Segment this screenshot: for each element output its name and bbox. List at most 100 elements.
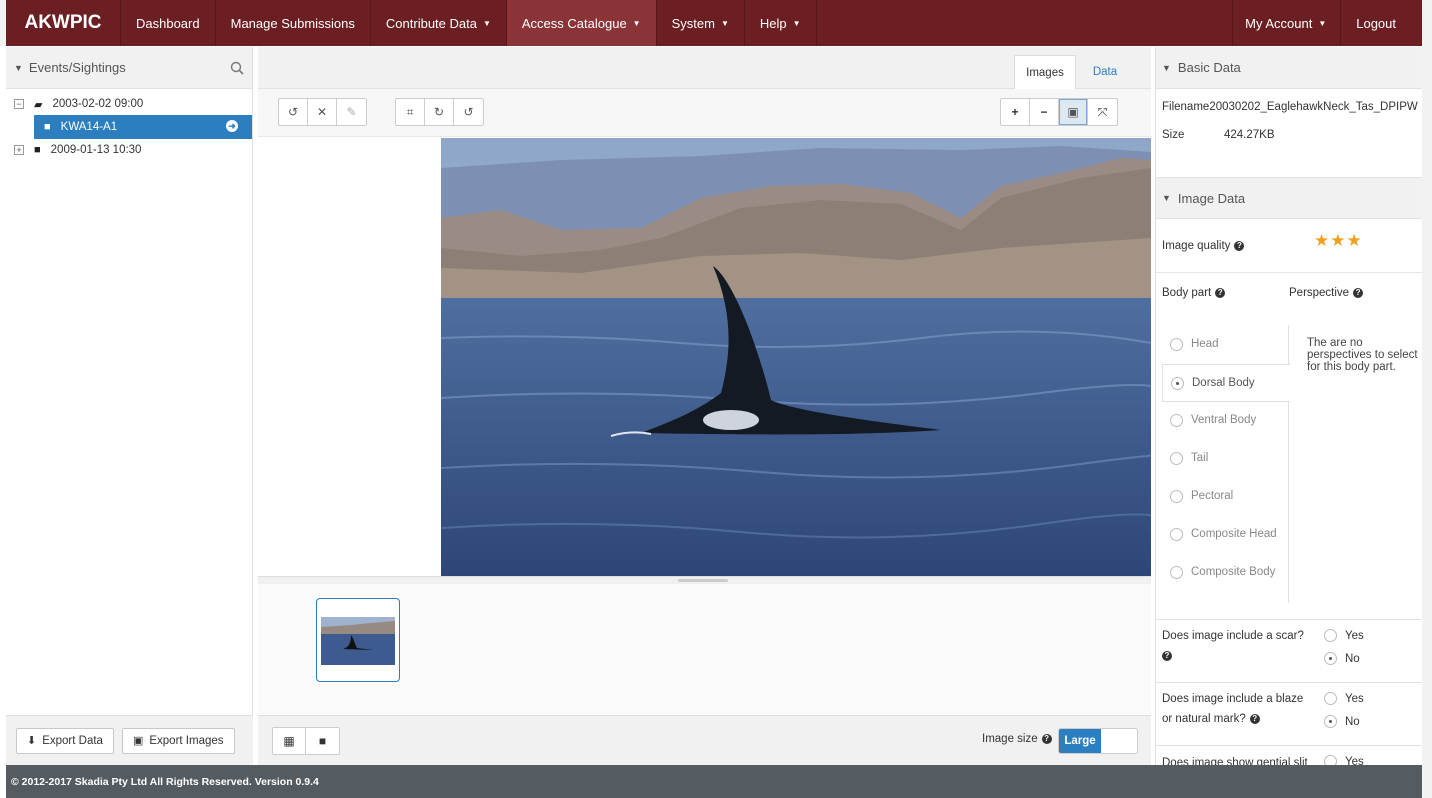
events-header[interactable]: ▼ Events/Sightings xyxy=(6,47,252,89)
scar-no-option[interactable]: No xyxy=(1324,652,1360,665)
scar-question: Does image include a scar?? xyxy=(1162,626,1312,666)
radio-icon[interactable] xyxy=(1170,527,1183,541)
body-part-option[interactable]: Tail xyxy=(1162,439,1289,477)
nav-dashboard[interactable]: Dashboard xyxy=(121,0,216,46)
radio-checked-icon[interactable] xyxy=(1171,376,1184,390)
star-icon[interactable]: ★ xyxy=(1347,231,1363,250)
nav-contribute-data[interactable]: Contribute Data ▼ xyxy=(371,0,507,46)
zoom-tools: + − ▣ ⤧ xyxy=(1000,98,1118,126)
fullscreen-icon[interactable]: ⤧ xyxy=(1088,99,1117,125)
caret-down-icon: ▼ xyxy=(720,18,729,28)
nav-system[interactable]: System ▼ xyxy=(657,0,745,46)
thumbnail-image xyxy=(321,617,395,665)
radio-icon[interactable] xyxy=(1324,755,1337,765)
body-part-option-selected[interactable]: Dorsal Body xyxy=(1162,364,1290,402)
close-icon[interactable]: ✕ xyxy=(308,99,337,125)
radio-icon[interactable] xyxy=(1170,451,1183,465)
image-canvas[interactable] xyxy=(258,138,1151,576)
brand-logo[interactable]: AKWPIC xyxy=(6,0,121,46)
star-icon[interactable]: ★ xyxy=(1314,231,1330,250)
image-size-value: Large xyxy=(1059,729,1101,753)
button-label: Export Images xyxy=(149,734,224,747)
quality-row: Image quality? xyxy=(1156,219,1422,273)
blaze-no-option[interactable]: No xyxy=(1324,715,1360,728)
option-label: Yes xyxy=(1345,629,1364,642)
collapse-icon[interactable]: − xyxy=(14,99,24,109)
arrow-right-circle-icon[interactable]: ➜ xyxy=(226,120,238,132)
fit-image-icon[interactable]: ▣ xyxy=(1059,99,1088,125)
radio-icon[interactable] xyxy=(1324,692,1337,705)
folder-open-icon: ▰ xyxy=(34,98,43,111)
star-icon[interactable]: ★ xyxy=(1330,231,1346,250)
field-label: Size xyxy=(1162,129,1185,141)
body-part-option[interactable]: Ventral Body xyxy=(1162,401,1289,439)
help-icon[interactable]: ? xyxy=(1041,734,1052,744)
nav-help[interactable]: Help ▼ xyxy=(745,0,817,46)
export-data-button[interactable]: ⬇ Export Data xyxy=(16,727,114,754)
radio-icon[interactable] xyxy=(1170,337,1183,351)
radio-icon[interactable] xyxy=(1170,413,1183,427)
option-label: Head xyxy=(1191,338,1219,350)
nav-logout[interactable]: Logout xyxy=(1341,0,1422,46)
tree-node-label: 2003-02-02 09:00 xyxy=(52,98,144,110)
radio-icon[interactable] xyxy=(1170,489,1183,503)
blaze-yes-option[interactable]: Yes xyxy=(1324,692,1364,705)
section-title: Basic Data xyxy=(1177,60,1241,75)
expand-icon[interactable]: + xyxy=(14,145,24,155)
nav-label: Access Catalogue xyxy=(521,15,627,31)
rotate-right-icon[interactable]: ↻ xyxy=(425,99,454,125)
window-edge xyxy=(1422,46,1432,798)
tab-images[interactable]: Images xyxy=(1014,55,1076,89)
events-panel: ▼ Events/Sightings − ▰ 2003-02-02 09:00 … xyxy=(6,47,253,765)
nav-manage-submissions[interactable]: Manage Submissions xyxy=(216,0,371,46)
help-icon[interactable]: ? xyxy=(1215,288,1226,298)
size-value: 424.27KB xyxy=(1224,129,1275,141)
help-icon[interactable]: ? xyxy=(1234,240,1245,251)
export-images-button[interactable]: ▣ Export Images xyxy=(121,727,235,754)
tree-node-selected[interactable]: ■ KWA14-A1 ➜ xyxy=(34,115,252,139)
radio-icon[interactable] xyxy=(1170,565,1183,579)
nav-my-account[interactable]: My Account ▼ xyxy=(1233,0,1342,46)
radio-icon[interactable] xyxy=(1324,629,1337,642)
body-part-option[interactable]: Composite Head xyxy=(1162,515,1289,553)
field-label: Perspective xyxy=(1289,287,1350,299)
divider xyxy=(1156,745,1422,746)
crop-icon[interactable]: ⌗ xyxy=(396,99,425,125)
single-view-icon[interactable]: ■ xyxy=(306,728,339,754)
image-size-label: Image size? xyxy=(982,733,1052,745)
tab-data[interactable]: Data xyxy=(1080,55,1130,89)
zoom-out-icon[interactable]: − xyxy=(1030,99,1059,125)
image-data-header[interactable]: ▼ Image Data xyxy=(1156,177,1422,219)
undo-icon[interactable]: ↺ xyxy=(279,99,308,125)
edit-icon[interactable]: ✎ xyxy=(337,99,366,125)
tree-node[interactable]: − ▰ 2003-02-02 09:00 xyxy=(6,93,252,115)
body-part-option[interactable]: Pectoral xyxy=(1162,477,1289,515)
help-icon[interactable]: ? xyxy=(1353,287,1364,298)
image-size-toggle[interactable]: Large xyxy=(1058,728,1138,754)
rotate-left-icon[interactable]: ↺ xyxy=(454,99,483,125)
radio-checked-icon[interactable] xyxy=(1324,715,1337,728)
genital-yes-option[interactable]: Yes xyxy=(1324,755,1364,765)
drag-handle[interactable] xyxy=(678,579,728,582)
edit-tools: ↺ ✕ ✎ xyxy=(278,98,367,126)
tree-node[interactable]: + ■ 2009-01-13 10:30 xyxy=(6,139,252,161)
body-part-option[interactable]: Head xyxy=(1162,325,1289,363)
grid-view-icon[interactable]: ▦ xyxy=(273,728,306,754)
scar-yes-option[interactable]: Yes xyxy=(1324,629,1364,642)
image-thumbnail[interactable] xyxy=(316,598,400,682)
zoom-in-icon[interactable]: + xyxy=(1001,99,1030,125)
nav-label: Logout xyxy=(1356,15,1396,31)
help-icon[interactable]: ? xyxy=(1249,713,1260,724)
radio-checked-icon[interactable] xyxy=(1324,652,1337,665)
search-icon[interactable] xyxy=(230,61,244,75)
viewer-splitter[interactable] xyxy=(258,576,1151,584)
option-label: Composite Head xyxy=(1191,528,1277,540)
transform-tools: ⌗ ↻ ↺ xyxy=(395,98,484,126)
nav-access-catalogue[interactable]: Access Catalogue ▼ xyxy=(506,0,657,46)
quality-stars[interactable]: ★★★ xyxy=(1314,231,1363,251)
help-icon[interactable]: ? xyxy=(1162,650,1172,661)
body-part-option[interactable]: Composite Body xyxy=(1162,553,1289,591)
basic-data-header[interactable]: ▼ Basic Data xyxy=(1156,47,1422,89)
page-footer: © 2012-2017 Skadia Pty Ltd All Rights Re… xyxy=(6,765,1422,798)
option-label: Yes xyxy=(1345,755,1364,766)
